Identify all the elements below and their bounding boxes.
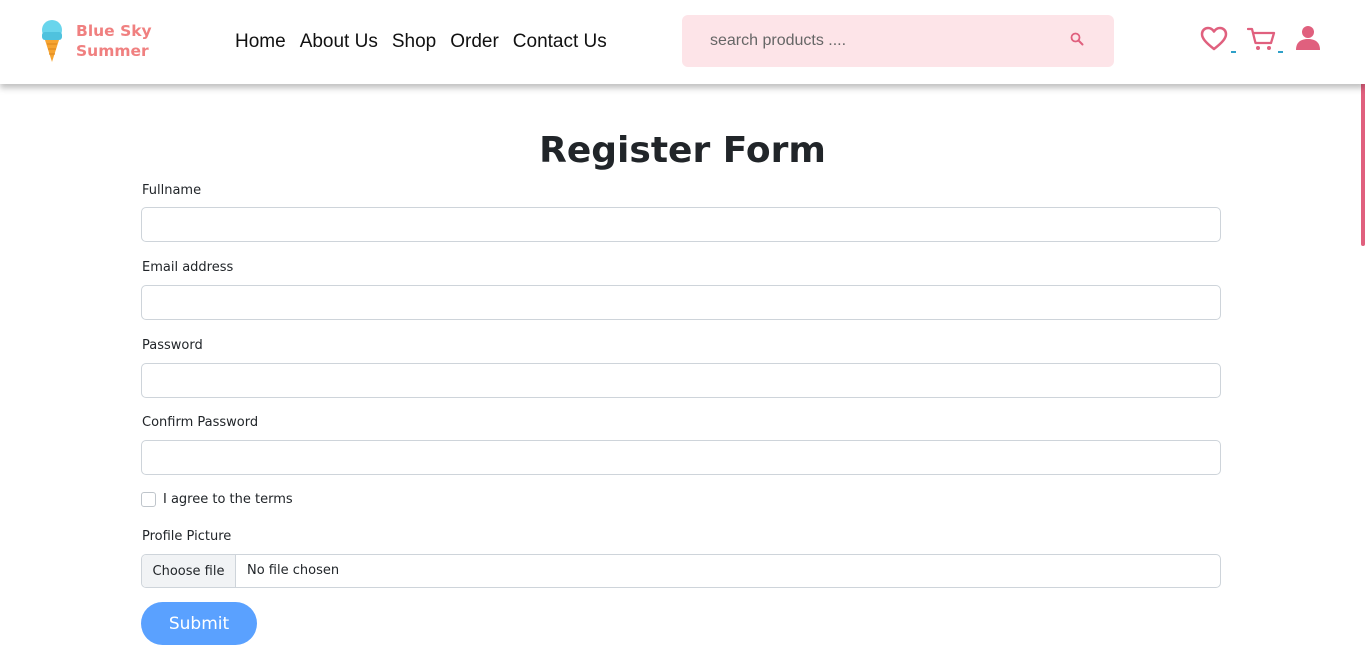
heart-icon[interactable] <box>1200 26 1228 52</box>
submit-button[interactable]: Submit <box>141 602 257 645</box>
search-icon[interactable] <box>1069 31 1085 47</box>
cart-badge-dot <box>1278 51 1283 53</box>
terms-label[interactable]: I agree to the terms <box>163 492 293 507</box>
form-title: Register Form <box>539 130 826 171</box>
nav-link-shop[interactable]: Shop <box>392 29 436 55</box>
search-input[interactable] <box>682 15 1052 67</box>
search-bar <box>682 15 1114 67</box>
password-input[interactable] <box>141 363 1221 398</box>
profile-picture-file-input[interactable]: Choose file No file chosen <box>141 554 1221 588</box>
profile-picture-label: Profile Picture <box>142 529 232 544</box>
email-input[interactable] <box>141 285 1221 320</box>
email-label: Email address <box>142 260 234 275</box>
brand-logo[interactable]: Blue Sky Summer <box>38 18 168 64</box>
ice-cream-cone-icon <box>42 20 62 62</box>
fullname-label: Fullname <box>142 183 202 198</box>
wishlist-badge-dot <box>1231 51 1236 53</box>
fullname-input[interactable] <box>141 207 1221 242</box>
cart-icon[interactable] <box>1247 26 1277 52</box>
brand-name-line2: Summer <box>76 42 149 60</box>
file-status-text: No file chosen <box>247 563 340 578</box>
password-label: Password <box>142 338 203 353</box>
brand-name: Blue Sky Summer <box>76 21 152 61</box>
nav-link-order[interactable]: Order <box>450 29 499 55</box>
main-nav: Home About Us Shop Order Contact Us <box>235 29 607 55</box>
choose-file-button[interactable]: Choose file <box>142 555 236 587</box>
nav-link-contact-us[interactable]: Contact Us <box>513 29 607 55</box>
brand-name-line1: Blue Sky <box>76 22 152 40</box>
nav-link-about-us[interactable]: About Us <box>300 29 378 55</box>
terms-checkbox[interactable] <box>141 492 156 507</box>
confirm-password-label: Confirm Password <box>142 415 259 430</box>
navbar: Blue Sky Summer Home About Us Shop Order… <box>0 0 1365 84</box>
user-icon[interactable] <box>1295 25 1321 51</box>
confirm-password-input[interactable] <box>141 440 1221 475</box>
nav-link-home[interactable]: Home <box>235 29 286 55</box>
